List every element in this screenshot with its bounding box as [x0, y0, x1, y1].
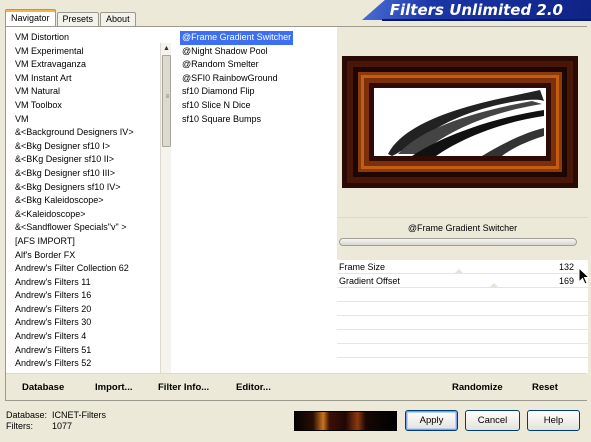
scroll-up-icon[interactable]: ▲	[161, 43, 172, 54]
navigator-panel: VM Distortion VM Experimental VM Extravaga…	[5, 26, 590, 401]
param-empty-row	[337, 330, 588, 344]
category-item[interactable]: Andrew's Filters 16	[14, 289, 159, 303]
thumbnail-strip	[294, 411, 397, 431]
param-label: Gradient Offset	[339, 276, 400, 286]
category-item[interactable]: Andrew's Filters 51	[14, 344, 159, 358]
panel-toolbar: Database Import... Filter Info... Editor…	[6, 373, 586, 400]
param-frame-size[interactable]: Frame Size 132	[337, 260, 588, 274]
logo-underline	[382, 19, 591, 21]
param-empty-row	[337, 316, 588, 330]
selected-filter-name: @Frame Gradient Switcher	[337, 217, 588, 237]
category-item[interactable]: Alf's Border FX	[14, 249, 159, 263]
filter-item[interactable]: @Random Smelter	[180, 59, 261, 69]
database-value: ICNET-Filters	[52, 410, 106, 420]
param-value: 169	[558, 276, 574, 286]
randomize-button[interactable]: Randomize	[452, 382, 503, 393]
param-empty-row	[337, 288, 588, 302]
category-item[interactable]: VM Instant Art	[14, 72, 159, 86]
category-item[interactable]: &<Bkg Kaleidoscope>	[14, 194, 159, 208]
category-item[interactable]: &<Bkg Designers sf10 IV>	[14, 181, 159, 195]
mouse-cursor-icon	[578, 267, 590, 285]
filter-list[interactable]: @Frame Gradient Switcher @Night Shadow Po…	[180, 31, 340, 126]
slider-marker-icon	[490, 283, 498, 287]
scroll-thumb[interactable]: ≡	[162, 55, 171, 147]
filter-row: sf10 Diamond Flip	[180, 85, 340, 99]
filter-item[interactable]: @SFI0 RainbowGround	[180, 73, 280, 83]
parameter-list: Frame Size 132 Gradient Offset 169	[337, 260, 588, 373]
help-button[interactable]: Help	[527, 410, 580, 431]
param-label: Frame Size	[339, 262, 386, 272]
status-info: Database: ICNET-Filters Filters: 1077	[6, 410, 106, 432]
app-logo: Filters Unlimited 2.0	[362, 0, 591, 20]
tab-strip: Navigator Presets About	[5, 9, 137, 26]
category-item[interactable]: [AFS IMPORT]	[14, 235, 159, 249]
category-item[interactable]: Andrew's Filters 11	[14, 276, 159, 290]
category-item[interactable]: VM Extravaganza	[14, 58, 159, 72]
category-item[interactable]: VM Toolbox	[14, 99, 159, 113]
filter-row: sf10 Slice N Dice	[180, 99, 340, 113]
preview-area	[337, 27, 588, 217]
param-value: 132	[558, 262, 574, 272]
category-item[interactable]: Andrew's Filters 52	[14, 357, 159, 371]
param-empty-row	[337, 302, 588, 316]
category-list[interactable]: VM Distortion VM Experimental VM Extravaga…	[14, 31, 159, 373]
filter-row: @Frame Gradient Switcher	[180, 31, 340, 45]
grip-icon: ≡	[165, 94, 170, 100]
filter-item[interactable]: @Night Shadow Pool	[180, 46, 270, 56]
cancel-button[interactable]: Cancel	[465, 410, 520, 431]
category-item[interactable]: VM Experimental	[14, 45, 159, 59]
tab-navigator[interactable]: Navigator	[5, 9, 56, 26]
category-item[interactable]: &<Bkg Designer sf10 I>	[14, 140, 159, 154]
category-item[interactable]: VM Natural	[14, 85, 159, 99]
category-item[interactable]: Andrew's Filters 30	[14, 316, 159, 330]
database-button[interactable]: Database	[22, 382, 64, 393]
param-gradient-offset[interactable]: Gradient Offset 169	[337, 274, 588, 288]
filter-item[interactable]: sf10 Square Bumps	[180, 114, 263, 124]
category-item[interactable]: Andrew's Filters 4	[14, 330, 159, 344]
filter-row: @Random Smelter	[180, 58, 340, 72]
preview-panel: @Frame Gradient Switcher Frame Size 132 …	[337, 27, 590, 400]
category-item[interactable]: Andrew's Filters 20	[14, 303, 159, 317]
filter-row: @SFI0 RainbowGround	[180, 72, 340, 86]
import-button[interactable]: Import...	[95, 382, 132, 393]
filter-row: sf10 Square Bumps	[180, 113, 340, 127]
category-item[interactable]: Andrew's Filter Collection 62	[14, 262, 159, 276]
filters-label: Filters:	[6, 421, 33, 431]
editor-button[interactable]: Editor...	[236, 382, 271, 393]
category-item[interactable]: &<BKg Designer sf10 II>	[14, 153, 159, 167]
apply-button[interactable]: Apply	[405, 410, 458, 431]
progress-bar	[339, 238, 577, 246]
filter-item[interactable]: sf10 Slice N Dice	[180, 100, 253, 110]
category-item[interactable]: &<Bkg Designer sf10 III>	[14, 167, 159, 181]
slider-marker-icon	[455, 269, 463, 273]
filter-item[interactable]: sf10 Diamond Flip	[180, 86, 257, 96]
filter-info-button[interactable]: Filter Info...	[158, 382, 209, 393]
category-item[interactable]: VM Distortion	[14, 31, 159, 45]
reset-button[interactable]: Reset	[532, 382, 558, 393]
database-label: Database:	[6, 410, 48, 420]
category-item[interactable]: &<Background Designers IV>	[14, 126, 159, 140]
filters-count: 1077	[52, 421, 73, 431]
frame-preview-image	[342, 56, 578, 188]
tab-about[interactable]: About	[100, 12, 136, 26]
tab-presets[interactable]: Presets	[56, 12, 100, 26]
category-scrollbar[interactable]: ▲ ≡ ▼	[160, 43, 171, 388]
filter-row: @Night Shadow Pool	[180, 45, 340, 59]
filter-item[interactable]: @Frame Gradient Switcher	[180, 31, 294, 45]
category-item[interactable]: &<Kaleidoscope>	[14, 208, 159, 222]
param-empty-row	[337, 344, 588, 358]
category-item[interactable]: VM	[14, 113, 159, 127]
category-item[interactable]: &<Sandflower Specials"v" >	[14, 221, 159, 235]
